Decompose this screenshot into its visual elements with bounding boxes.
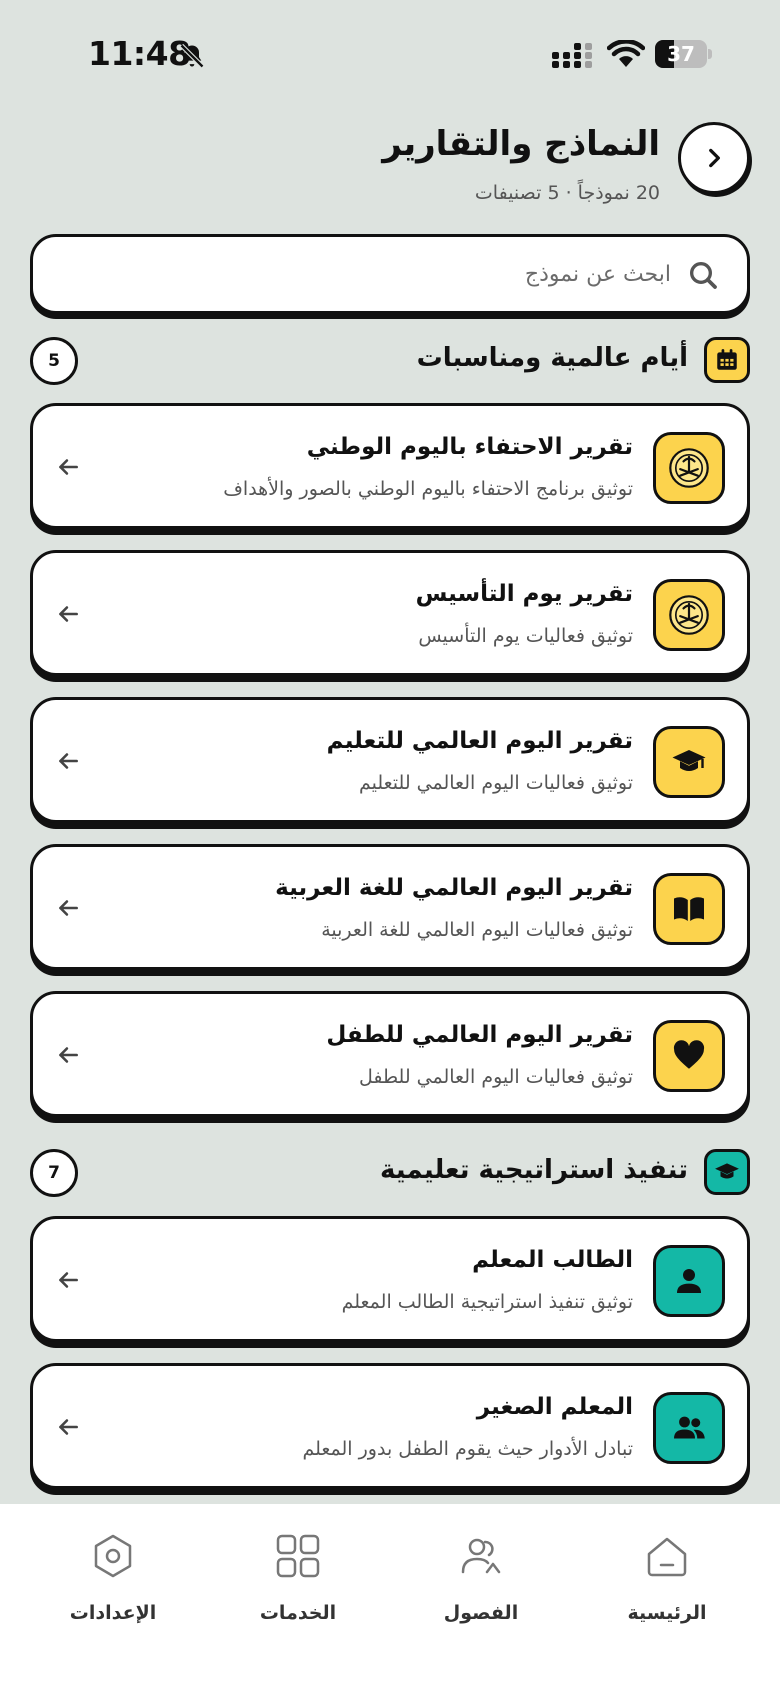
status-time: 11:48	[88, 34, 191, 73]
arrow-left-icon	[59, 1047, 78, 1063]
battery-indicator: 37	[655, 40, 712, 68]
section-header-teaching-strategy: تنفيذ استراتيجية تعليمية 7	[30, 1149, 750, 1197]
card-description: توثيق فعاليات اليوم العالمي للغة العربية	[321, 919, 633, 941]
form-card-founding-day[interactable]: تقرير يوم التأسيس توثيق فعاليات يوم التأ…	[30, 550, 750, 676]
card-title: تقرير الاحتفاء باليوم الوطني	[306, 434, 633, 460]
arrow-left-icon	[59, 900, 78, 916]
arrow-left-icon	[59, 1419, 78, 1435]
form-card-child-day[interactable]: تقرير اليوم العالمي للطفل توثيق فعاليات …	[30, 991, 750, 1117]
card-title: المعلم الصغير	[476, 1394, 633, 1420]
count-badge: 7	[30, 1149, 78, 1197]
nav-item-home[interactable]: الرئيسية	[597, 1532, 737, 1642]
group-icon	[653, 1392, 725, 1464]
form-card-student-teacher[interactable]: الطالب المعلم توثيق تنفيذ استراتيجية الط…	[30, 1216, 750, 1342]
arrow-left-icon	[59, 459, 78, 475]
classes-icon	[461, 1538, 501, 1574]
graduation-cap-icon	[653, 726, 725, 798]
book-icon	[653, 873, 725, 945]
arrow-left-icon	[59, 606, 78, 622]
count-badge: 5	[30, 337, 78, 385]
section-title: تنفيذ استراتيجية تعليمية	[380, 1155, 688, 1185]
services-grid-icon	[276, 1534, 320, 1578]
bell-off-icon	[179, 43, 205, 69]
nav-label: الفصول	[443, 1602, 519, 1624]
home-icon	[647, 1537, 687, 1577]
settings-icon	[94, 1534, 132, 1578]
card-description: توثيق فعاليات يوم التأسيس	[418, 625, 633, 647]
nav-label: الإعدادات	[69, 1602, 157, 1624]
heart-icon	[653, 1020, 725, 1092]
saudi-emblem-icon	[653, 432, 725, 504]
card-title: تقرير اليوم العالمي للتعليم	[326, 728, 633, 754]
battery-body: 37	[655, 40, 707, 68]
search-bar[interactable]	[30, 234, 750, 314]
wifi-icon	[607, 40, 645, 67]
cellular-signal-icon	[552, 43, 592, 68]
section-title: أيام عالمية ومناسبات	[416, 343, 688, 373]
nav-label: الخدمات	[259, 1602, 337, 1624]
graduation-cap-icon	[704, 1149, 750, 1195]
back-button[interactable]	[678, 122, 750, 194]
nav-label: الرئيسية	[627, 1602, 707, 1624]
card-description: توثيق تنفيذ استراتيجية الطالب المعلم	[341, 1291, 633, 1313]
card-title: الطالب المعلم	[472, 1247, 633, 1273]
status-bar: 11:48 37	[0, 30, 780, 80]
battery-percent: 37	[667, 42, 695, 66]
calendar-icon	[704, 337, 750, 383]
bottom-navigation: الرئيسية الفصول الخدمات الإعدادات	[0, 1504, 780, 1691]
card-title: تقرير اليوم العالمي للغة العربية	[275, 875, 633, 901]
page-subtitle: 20 نموذجاً · 5 تصنيفات	[474, 182, 660, 204]
form-card-national-day[interactable]: تقرير الاحتفاء باليوم الوطني توثيق برنام…	[30, 403, 750, 529]
nav-item-services[interactable]: الخدمات	[228, 1532, 368, 1642]
chevron-right-icon	[709, 148, 720, 168]
arrow-left-icon	[59, 1272, 78, 1288]
search-icon	[690, 262, 717, 289]
person-icon	[653, 1245, 725, 1317]
card-description: تبادل الأدوار حيث يقوم الطفل بدور المعلم	[302, 1438, 633, 1460]
saudi-emblem-icon	[653, 579, 725, 651]
screen: 11:48 37 النماذج والتقارير 20 نموذجاً · …	[0, 0, 780, 1691]
form-card-little-teacher[interactable]: المعلم الصغير تبادل الأدوار حيث يقوم الط…	[30, 1363, 750, 1489]
nav-item-settings[interactable]: الإعدادات	[43, 1532, 183, 1642]
form-card-education-day[interactable]: تقرير اليوم العالمي للتعليم توثيق فعاليا…	[30, 697, 750, 823]
form-card-arabic-day[interactable]: تقرير اليوم العالمي للغة العربية توثيق ف…	[30, 844, 750, 970]
search-input[interactable]	[111, 251, 671, 297]
section-header-world-days: أيام عالمية ومناسبات 5	[30, 337, 750, 385]
nav-item-classes[interactable]: الفصول	[411, 1532, 551, 1642]
card-title: تقرير يوم التأسيس	[415, 581, 633, 607]
arrow-left-icon	[59, 753, 78, 769]
battery-tip	[708, 49, 712, 59]
card-description: توثيق فعاليات اليوم العالمي للتعليم	[358, 772, 633, 794]
card-title: تقرير اليوم العالمي للطفل	[326, 1022, 633, 1048]
page-title: النماذج والتقارير	[382, 124, 660, 164]
card-description: توثيق فعاليات اليوم العالمي للطفل	[358, 1066, 633, 1088]
card-description: توثيق برنامج الاحتفاء باليوم الوطني بالص…	[223, 478, 633, 500]
